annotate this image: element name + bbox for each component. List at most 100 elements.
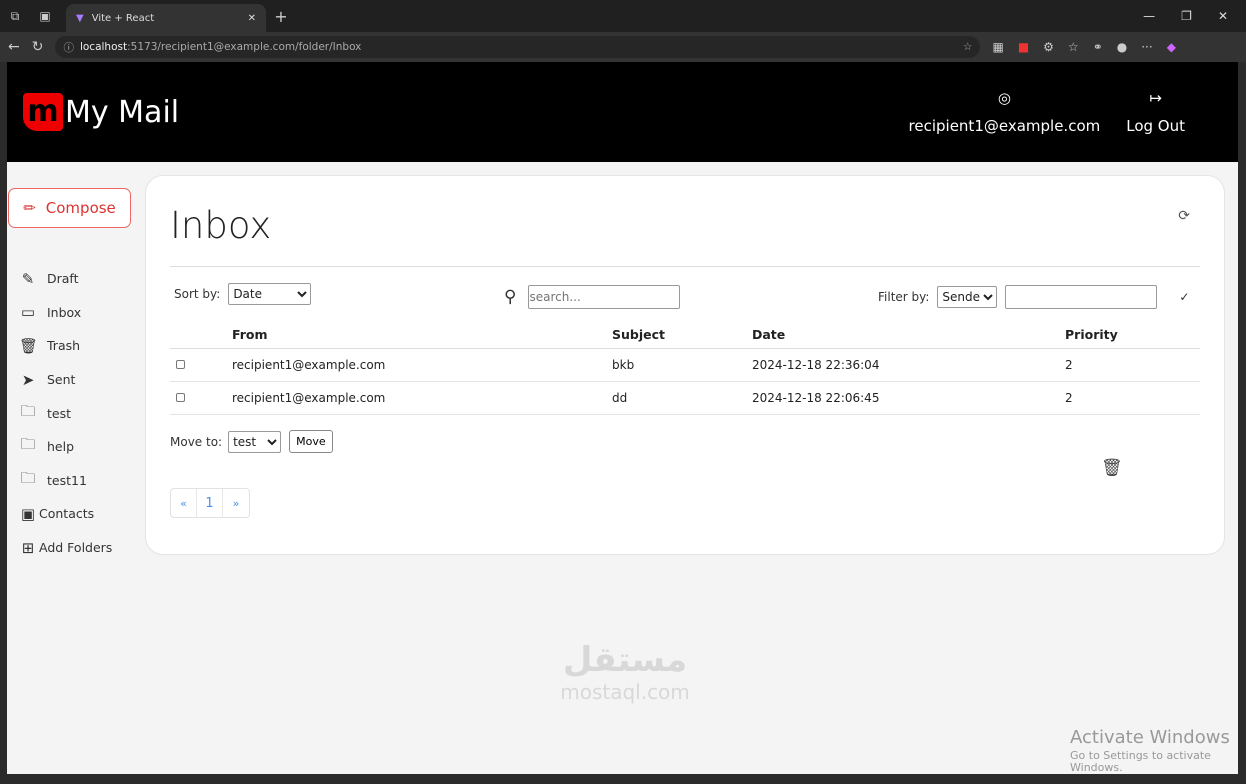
pagination: « 1 »: [170, 488, 250, 518]
workspaces-icon[interactable]: ⧉: [0, 9, 30, 24]
compose-label: Compose: [45, 199, 116, 217]
mail-panel: Inbox ⟳ Sort by: Date ⚲ Filter by: Sende…: [145, 175, 1225, 555]
sidebar-item-contacts[interactable]: ▣ Contacts: [7, 497, 137, 531]
page-title: Inbox: [170, 204, 272, 247]
move-folder-select[interactable]: test: [228, 430, 282, 453]
cell-date: 2024-12-18 22:06:45: [752, 381, 1065, 415]
pencil-icon: ✏: [23, 199, 36, 217]
info-icon: ⓘ: [63, 41, 74, 54]
cell-from: recipient1@example.com: [232, 348, 612, 382]
page-1-button[interactable]: 1: [197, 489, 223, 517]
move-button[interactable]: Move: [289, 430, 333, 453]
close-window-icon[interactable]: ✕: [1218, 9, 1228, 23]
column-header-from[interactable]: From: [232, 322, 612, 349]
close-tab-icon[interactable]: ✕: [248, 13, 256, 24]
extension-icon[interactable]: ■: [1018, 40, 1029, 54]
browser-tab[interactable]: ▼ Vite + React ✕: [66, 4, 266, 32]
brand-name: My Mail: [65, 94, 180, 130]
sidebar-item-sent[interactable]: ➤ Sent: [7, 363, 137, 397]
more-icon[interactable]: ···: [1141, 40, 1152, 54]
cell-subject: dd: [612, 381, 752, 415]
row-checkbox[interactable]: [176, 392, 185, 402]
sidebar-item-help[interactable]: 🗀 help: [7, 430, 137, 464]
contacts-icon: ▣: [20, 504, 36, 523]
draft-icon: ✎: [21, 269, 35, 288]
sidebar-item-label: test: [47, 405, 72, 421]
address-bar[interactable]: ⓘ localhost:5173/recipient1@example.com/…: [55, 36, 981, 58]
move-label: Move to:: [170, 434, 223, 449]
cell-priority: 2: [1065, 348, 1200, 382]
folder-icon: 🗀: [20, 468, 36, 487]
profile-avatar[interactable]: ●: [1117, 40, 1127, 54]
user-account[interactable]: ◎ recipient1@example.com: [909, 89, 1101, 135]
user-email: recipient1@example.com: [908, 117, 1101, 135]
table-row[interactable]: recipient1@example.com dd 2024-12-18 22:…: [170, 381, 1200, 415]
sidebar-item-inbox[interactable]: ▭ Inbox: [7, 296, 137, 330]
user-circle-icon: ◎: [997, 89, 1011, 107]
send-icon: ➤: [21, 370, 35, 389]
sort-select[interactable]: Date: [228, 283, 312, 305]
filter-input[interactable]: [1005, 285, 1158, 309]
apply-filter-check-icon[interactable]: ✓: [1179, 290, 1189, 304]
sidebar-item-label: help: [47, 439, 75, 455]
cell-date: 2024-12-18 22:36:04: [752, 348, 1065, 382]
reload-icon[interactable]: ↻: [32, 39, 44, 55]
sidebar-item-trash[interactable]: 🗑 Trash: [7, 329, 137, 363]
sidebar-item-draft[interactable]: ✎ Draft: [7, 262, 137, 296]
vite-icon: ▼: [76, 12, 84, 24]
row-checkbox[interactable]: [176, 359, 185, 369]
sidebar-item-test[interactable]: 🗀 test: [7, 396, 137, 430]
column-header-subject[interactable]: Subject: [612, 322, 752, 349]
new-tab-icon[interactable]: +: [266, 7, 296, 26]
folder-icon: 🗀: [20, 401, 36, 420]
app-header: m My Mail ◎ recipient1@example.com ↦ Log…: [7, 62, 1238, 162]
sort-label: Sort by:: [174, 287, 221, 301]
search-input[interactable]: [528, 285, 681, 309]
delete-trash-icon[interactable]: 🗑: [1101, 458, 1123, 478]
filter-select[interactable]: Sender: [937, 286, 998, 308]
back-icon[interactable]: ←: [8, 39, 20, 55]
sidebar-item-label: test11: [47, 472, 87, 488]
divider: [170, 266, 1200, 267]
logout-button[interactable]: ↦ Log Out: [1126, 89, 1185, 135]
favorite-star-icon[interactable]: ☆: [963, 41, 972, 53]
sidebar-item-label: Add Folders: [39, 540, 113, 556]
sidebar-item-label: Inbox: [47, 304, 82, 320]
mail-table: From Subject Date Priority recipient1@ex…: [170, 322, 1200, 415]
column-header-priority[interactable]: Priority: [1065, 322, 1200, 349]
copilot-icon[interactable]: ◆: [1167, 40, 1176, 54]
next-page-button[interactable]: »: [223, 489, 249, 517]
prev-page-button[interactable]: «: [171, 489, 197, 517]
url-host: localhost: [79, 41, 128, 53]
sidebar-item-label: Contacts: [39, 506, 95, 522]
sidebar-item-label: Sent: [47, 372, 76, 388]
tab-title: Vite + React: [91, 12, 155, 24]
extension-icon[interactable]: ▦: [992, 40, 1003, 54]
cell-priority: 2: [1065, 381, 1200, 415]
logo-icon: m: [23, 93, 63, 131]
url-path: :5173/recipient1@example.com/folder/Inbo…: [127, 41, 362, 53]
activate-windows-notice: Activate Windows Go to Settings to activ…: [1070, 727, 1230, 774]
table-row[interactable]: recipient1@example.com bkb 2024-12-18 22…: [170, 348, 1200, 382]
browser-chrome: ⧉ ▣ ▼ Vite + React ✕ + — ❐ ✕ ← ↻ ⓘ local…: [0, 0, 1246, 62]
sidebar-item-label: Draft: [47, 271, 79, 287]
folder-icon: 🗀: [20, 435, 36, 454]
restore-icon[interactable]: ❐: [1181, 9, 1192, 23]
sidebar-item-test11[interactable]: 🗀 test11: [7, 464, 137, 498]
sidebar-item-label: Trash: [47, 338, 81, 354]
compose-button[interactable]: ✏ Compose: [8, 188, 131, 228]
sidebar: ✏ Compose ✎ Draft ▭ Inbox 🗑 Trash ➤ Sent 🗀 test 🗀 h…: [7, 188, 137, 564]
tab-actions-icon[interactable]: ▣: [30, 9, 60, 23]
extensions-icon[interactable]: ⚙: [1043, 40, 1054, 54]
search-icon[interactable]: ⚲: [504, 287, 516, 307]
inbox-icon: ▭: [20, 303, 36, 322]
column-header-date[interactable]: Date: [752, 322, 1065, 349]
minimize-icon[interactable]: —: [1143, 9, 1155, 23]
logout-icon: ↦: [1149, 89, 1162, 107]
watermark: مستقل mostaql.com: [560, 640, 690, 704]
collections-icon[interactable]: ⚭: [1093, 40, 1103, 54]
refresh-icon[interactable]: ⟳: [1178, 208, 1190, 224]
favorites-icon[interactable]: ☆: [1068, 40, 1079, 54]
cell-subject: bkb: [612, 348, 752, 382]
sidebar-item-add-folders[interactable]: ⊞ Add Folders: [7, 531, 137, 565]
